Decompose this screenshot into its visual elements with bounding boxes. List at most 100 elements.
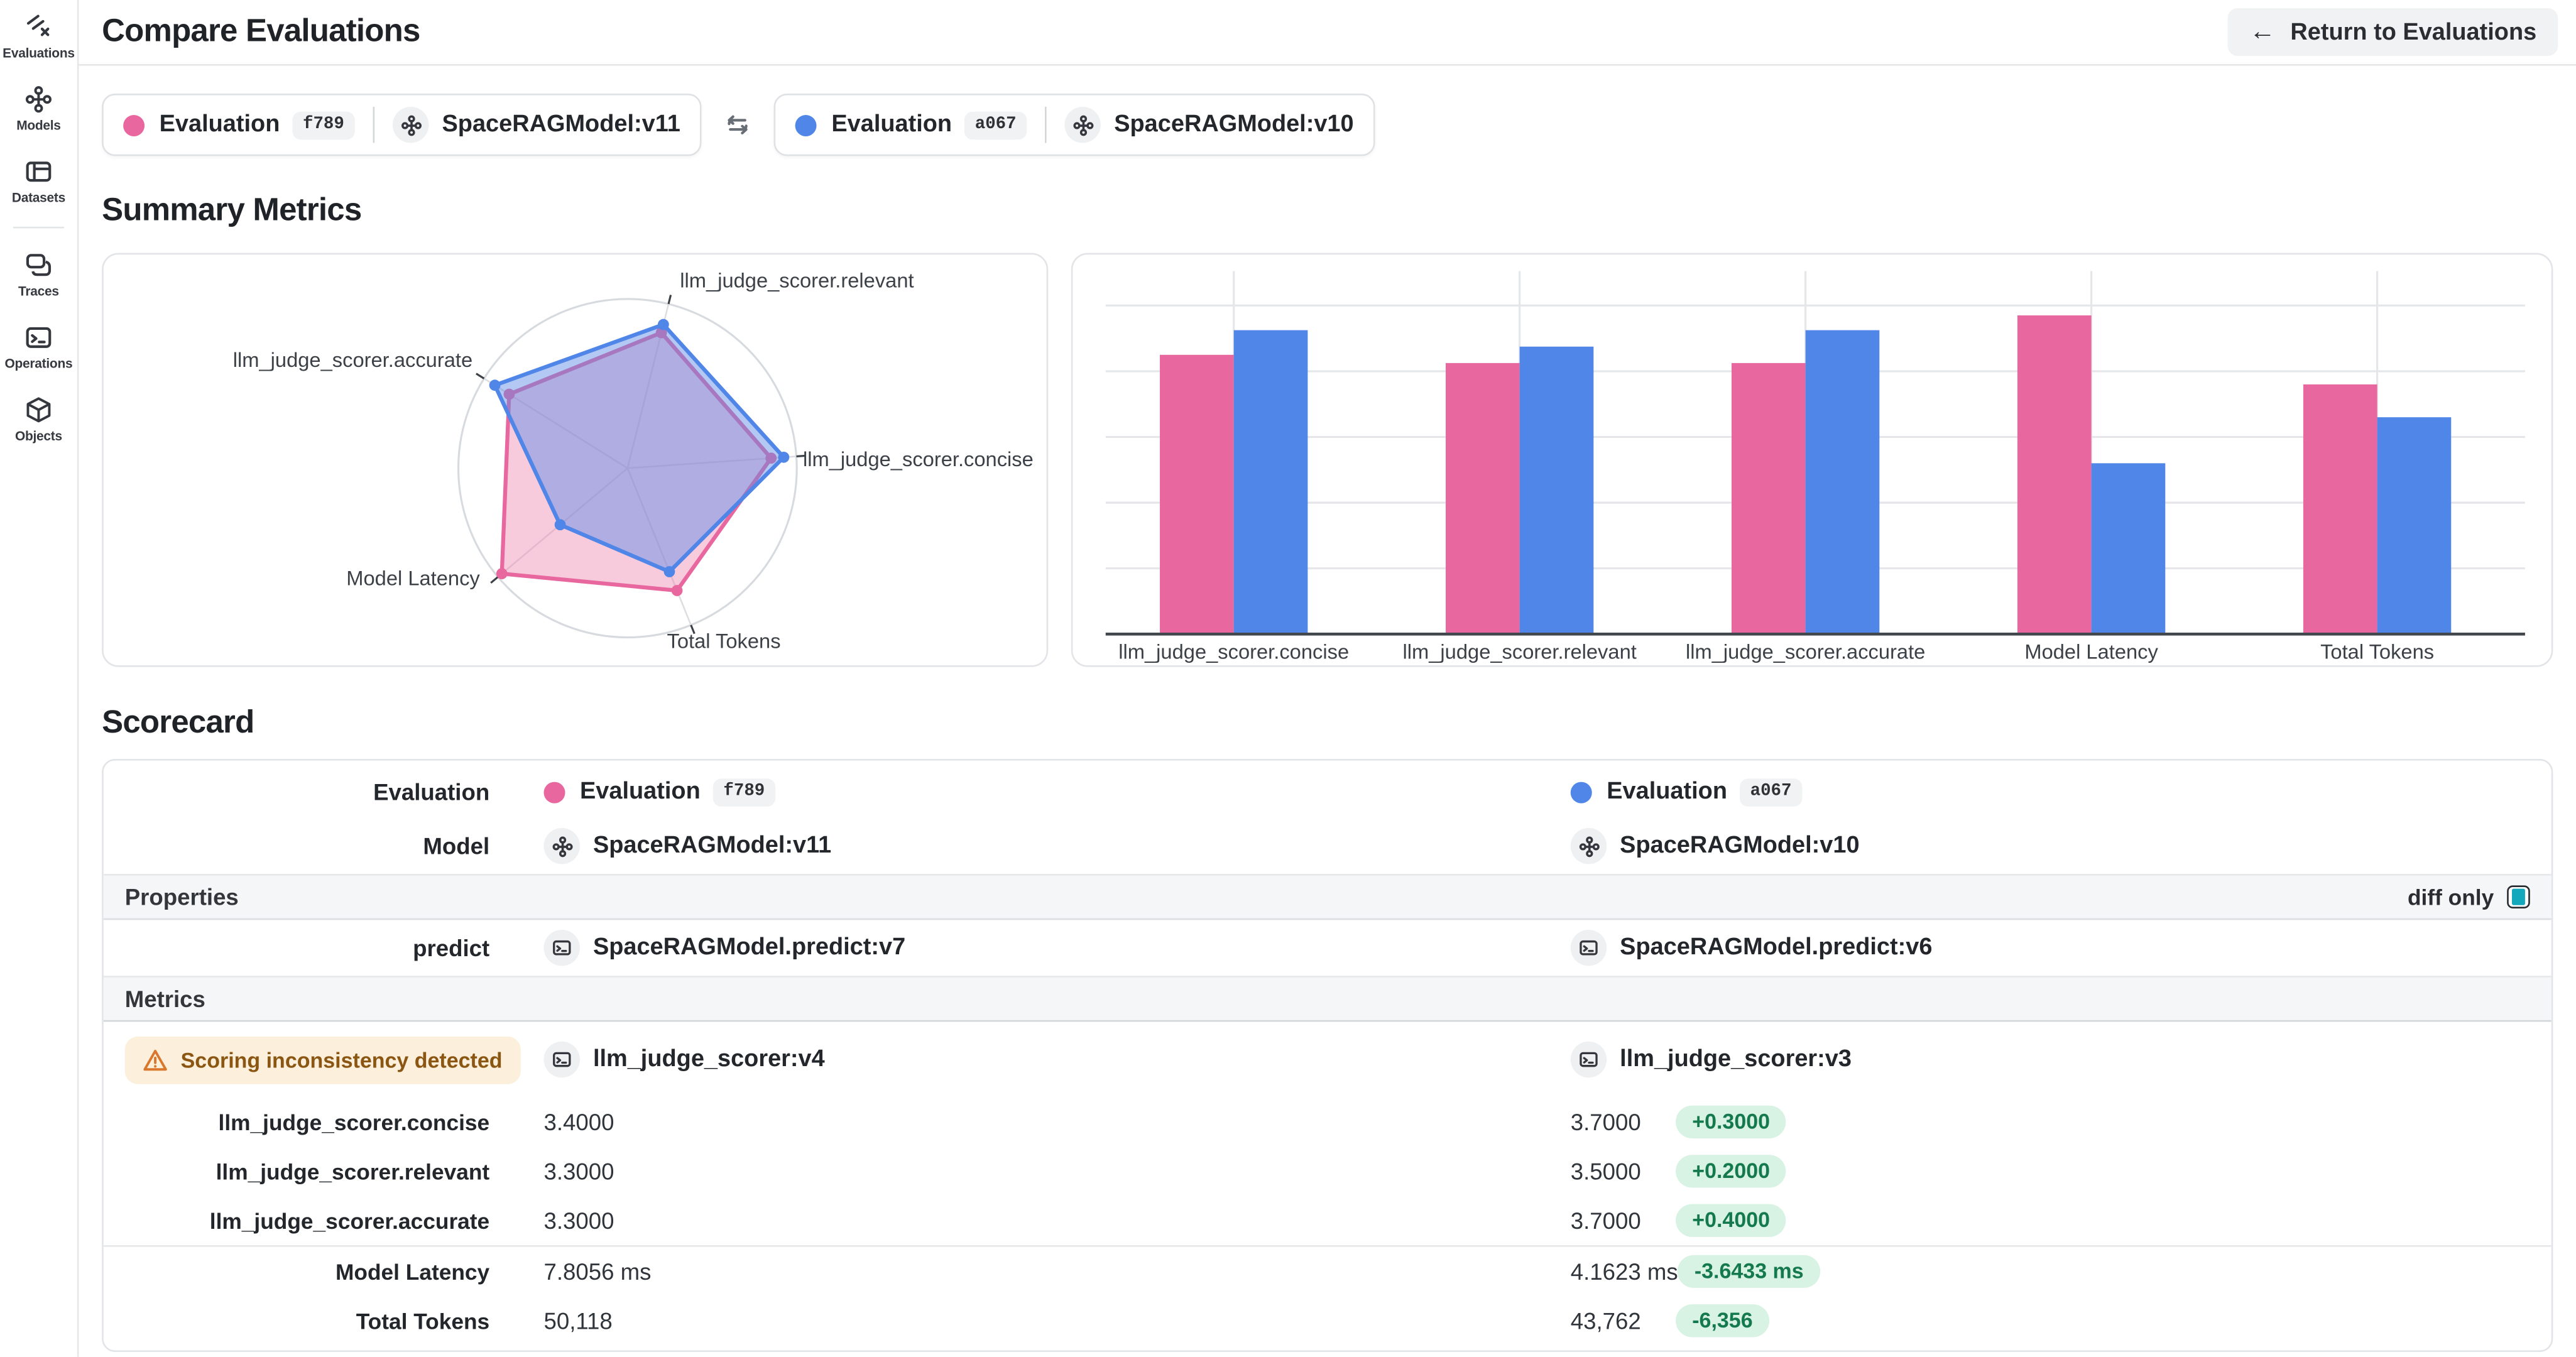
baseline-metric-value-cell: 3.3000 xyxy=(523,1158,1549,1184)
baseline-metric-value: 7.8056 ms xyxy=(543,1258,651,1285)
evaluation-hash-badge: f789 xyxy=(293,111,354,138)
evaluation-pill-candidate[interactable]: Evaluation a067 SpaceRAGModel:v10 xyxy=(774,94,1375,156)
evaluation-hash-badge: a067 xyxy=(965,111,1026,138)
candidate-metric-value: 3.5000 xyxy=(1571,1158,1676,1184)
back-arrow-icon: ← xyxy=(2249,19,2276,45)
candidate-predict-cell[interactable]: SpaceRAGModel.predict:v6 xyxy=(1549,930,2551,966)
sidebar-item-objects[interactable]: Objects xyxy=(0,383,77,455)
evaluation-name: Evaluation xyxy=(1607,778,1727,805)
sidebar-item-datasets[interactable]: Datasets xyxy=(0,144,77,217)
sidebar-label: Models xyxy=(16,118,61,133)
section-label: Properties xyxy=(125,884,239,910)
sidebar-item-evaluations[interactable]: Evaluations xyxy=(0,0,77,72)
metric-label: llm_judge_scorer.accurate xyxy=(104,1208,523,1233)
scorecard-metric-row: llm_judge_scorer.relevant3.30003.5000+0.… xyxy=(104,1147,2551,1196)
op-icon xyxy=(1571,1042,1607,1078)
baseline-evaluation-cell[interactable]: Evaluation f789 xyxy=(523,778,1549,805)
model-icon xyxy=(1065,107,1101,143)
op-name: SpaceRAGModel.predict:v6 xyxy=(1620,935,1932,961)
diff-only-checkbox[interactable] xyxy=(2507,885,2530,908)
sidebar-item-traces[interactable]: Traces xyxy=(0,238,77,310)
section-label: Metrics xyxy=(125,986,205,1012)
diff-only-label: diff only xyxy=(2408,885,2494,909)
model-icon xyxy=(1571,828,1607,864)
model-name: SpaceRAGModel:v10 xyxy=(1620,833,1859,859)
svg-text:Model Latency: Model Latency xyxy=(2026,640,2159,663)
op-icon xyxy=(543,930,580,966)
pill-divider xyxy=(1044,107,1047,143)
model-icon xyxy=(543,828,580,864)
scorecard-metric-row: llm_judge_scorer.concise3.40003.7000+0.3… xyxy=(104,1098,2551,1147)
candidate-scorer-cell[interactable]: llm_judge_scorer:v3 xyxy=(1549,1042,2551,1078)
warning-text: Scoring inconsistency detected xyxy=(181,1047,503,1072)
candidate-metric-value: 4.1623 ms xyxy=(1571,1258,1678,1285)
bar-chart-card: llm_judge_scorer.concise llm_judge_scorer… xyxy=(1072,253,2553,667)
scorecard-metric-row: Model Latency7.8056 ms4.1623 ms-3.6433 m… xyxy=(104,1245,2551,1296)
baseline-scorer-cell[interactable]: llm_judge_scorer:v4 xyxy=(523,1042,1549,1078)
metric-label: llm_judge_scorer.concise xyxy=(104,1109,523,1134)
scorecard-row-evaluation: Evaluation Evaluation f789 Evaluation a0… xyxy=(104,761,2551,819)
svg-text:llm_judge_scorer.accurate: llm_judge_scorer.accurate xyxy=(1686,640,1926,663)
evaluation-hash-badge: a067 xyxy=(1740,778,1801,805)
candidate-evaluation-cell[interactable]: Evaluation a067 xyxy=(1549,778,2551,805)
summary-charts-row: llm_judge_scorer.relevantllm_judge_score… xyxy=(102,253,2553,667)
scorecard-metric-row: Total Tokens50,11843,762-6,356 xyxy=(104,1296,2551,1345)
candidate-color-dot xyxy=(1571,781,1592,802)
model-name: SpaceRAGModel:v11 xyxy=(593,833,831,859)
warning-triangle-icon xyxy=(143,1047,167,1072)
scoring-warning-cell: Scoring inconsistency detected xyxy=(104,1036,523,1084)
properties-section-header: Properties diff only xyxy=(104,874,2551,920)
radar-chart-card: llm_judge_scorer.relevantllm_judge_score… xyxy=(102,253,1049,667)
sidebar-item-models[interactable]: Models xyxy=(0,72,77,144)
return-button-label: Return to Evaluations xyxy=(2290,19,2536,45)
model-name: SpaceRAGModel:v10 xyxy=(1114,112,1353,138)
evaluation-name: Evaluation xyxy=(160,112,280,138)
model-name: SpaceRAGModel:v11 xyxy=(442,112,680,138)
checkbox-check xyxy=(2512,889,2525,905)
op-icon xyxy=(543,1042,580,1078)
traces-icon xyxy=(25,251,52,279)
candidate-metric-value: 43,762 xyxy=(1571,1307,1676,1334)
summary-metrics-heading: Summary Metrics xyxy=(102,189,2576,232)
baseline-metric-value-cell: 7.8056 ms xyxy=(523,1258,1549,1285)
sidebar-item-operations[interactable]: Operations xyxy=(0,310,77,383)
svg-text:llm_judge_scorer.relevant: llm_judge_scorer.relevant xyxy=(1404,640,1637,663)
return-to-evaluations-button[interactable]: ← Return to Evaluations xyxy=(2228,8,2558,56)
baseline-metric-value-cell: 3.3000 xyxy=(523,1207,1549,1234)
evaluation-pill-baseline[interactable]: Evaluation f789 SpaceRAGModel:v11 xyxy=(102,94,702,156)
metric-label: Model Latency xyxy=(104,1259,523,1283)
swap-evaluations-icon[interactable] xyxy=(723,110,753,139)
baseline-color-dot xyxy=(543,781,565,802)
svg-text:Total Tokens: Total Tokens xyxy=(667,629,781,653)
models-icon xyxy=(25,85,52,113)
op-icon xyxy=(1571,930,1607,966)
main-area: Compare Evaluations ← Return to Evaluati… xyxy=(79,0,2576,1352)
comparison-pills-row: Evaluation f789 SpaceRAGModel:v11 xyxy=(102,94,2576,156)
op-name: SpaceRAGModel.predict:v7 xyxy=(593,935,905,961)
candidate-color-dot xyxy=(795,114,817,136)
sidebar-label: Operations xyxy=(5,356,73,371)
metric-delta-badge: +0.3000 xyxy=(1676,1106,1786,1138)
candidate-model-cell[interactable]: SpaceRAGModel:v10 xyxy=(1549,828,2551,864)
svg-text:Model Latency: Model Latency xyxy=(346,566,480,589)
candidate-metric-value-cell: 43,762-6,356 xyxy=(1549,1304,2551,1337)
pill-divider xyxy=(372,107,374,143)
row-label: Evaluation xyxy=(104,778,523,805)
candidate-metric-value-cell: 3.5000+0.2000 xyxy=(1549,1155,2551,1187)
page-header: Compare Evaluations ← Return to Evaluati… xyxy=(79,0,2576,66)
baseline-predict-cell[interactable]: SpaceRAGModel.predict:v7 xyxy=(523,930,1549,966)
svg-text:llm_judge_scorer.concise: llm_judge_scorer.concise xyxy=(1119,640,1350,663)
svg-text:Total Tokens: Total Tokens xyxy=(2321,640,2435,663)
metrics-section-header: Metrics xyxy=(104,976,2551,1022)
baseline-model-cell[interactable]: SpaceRAGModel:v11 xyxy=(523,828,1549,864)
bar-chart: llm_judge_scorer.concise llm_judge_scorer… xyxy=(1074,254,2553,665)
sidebar-label: Objects xyxy=(15,428,62,444)
scorecard-row-model: Model SpaceRAGModel:v11 xyxy=(104,818,2551,874)
metric-rows-container: llm_judge_scorer.concise3.40003.7000+0.3… xyxy=(104,1098,2551,1346)
row-label: Model xyxy=(104,833,523,859)
page-title: Compare Evaluations xyxy=(102,13,420,51)
baseline-metric-value-cell: 50,118 xyxy=(523,1307,1549,1334)
svg-text:llm_judge_scorer.accurate: llm_judge_scorer.accurate xyxy=(233,348,472,371)
compare-evaluations-page: Evaluations Models Datasets xyxy=(0,0,2576,1357)
scorecard-heading: Scorecard xyxy=(102,702,2576,744)
